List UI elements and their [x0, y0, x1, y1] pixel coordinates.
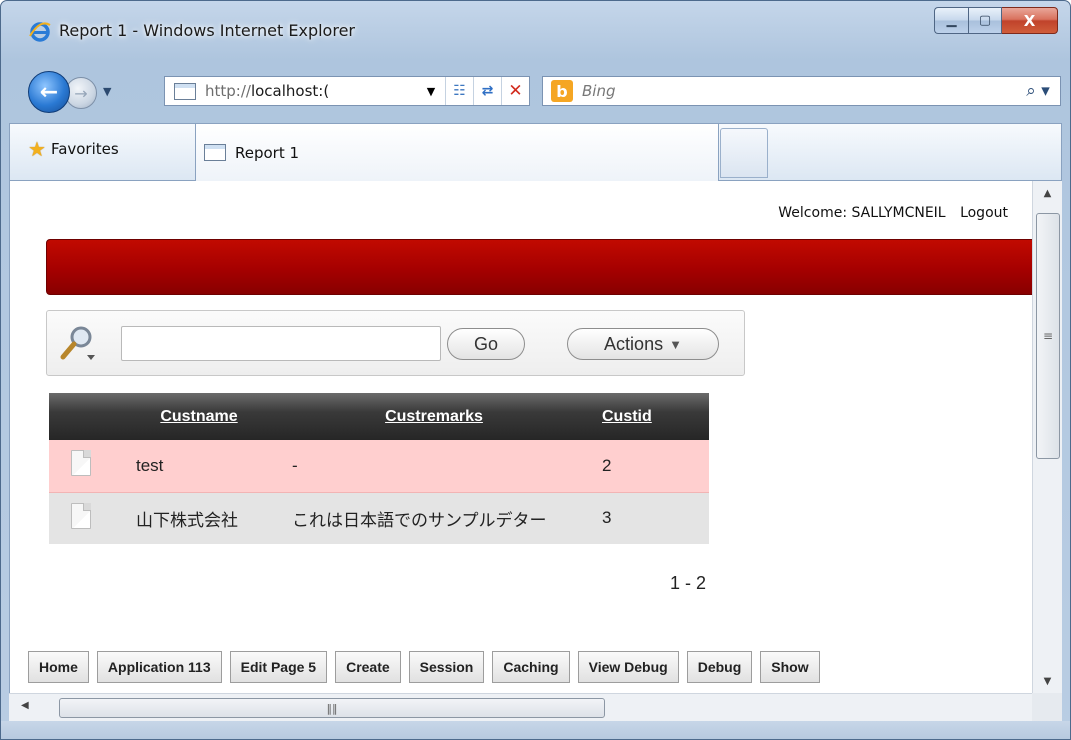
grip-icon: ‖‖: [326, 701, 338, 715]
back-arrow-icon: ←: [39, 79, 59, 105]
report-search-bar: Go Actions ▼: [46, 310, 745, 376]
edit-row-icon[interactable]: [71, 450, 91, 477]
dev-caching-button[interactable]: Caching: [492, 651, 570, 683]
search-placeholder[interactable]: Bing: [582, 82, 1016, 100]
row-edit-cell[interactable]: [49, 492, 124, 544]
cell-custname: 山下株式会社: [124, 492, 274, 544]
favorites-button[interactable]: ★ Favorites: [28, 137, 119, 161]
actions-label: Actions: [604, 333, 664, 354]
minimize-button[interactable]: ▁: [934, 7, 968, 34]
browser-window: Report 1 - Windows Internet Explorer ▁ ▢…: [0, 0, 1071, 740]
favorites-star-icon: ★: [28, 137, 46, 161]
column-header-blank: [49, 393, 124, 440]
column-header-custid[interactable]: Custid: [594, 393, 709, 440]
back-button[interactable]: ←: [28, 71, 70, 113]
address-bar[interactable]: http://localhost:( ▼ ☷ ⇄ ✕: [164, 76, 530, 106]
table-header-row: Custname Custremarks Custid: [49, 393, 709, 440]
grip-icon: ≡: [1042, 329, 1054, 343]
maximize-button[interactable]: ▢: [968, 7, 1002, 34]
welcome-text: Welcome: SALLYMCNEIL: [778, 205, 946, 221]
table-row: 山下株式会社 これは日本語でのサンプルデター 3: [49, 492, 709, 544]
scroll-down-icon[interactable]: ▼: [1033, 669, 1062, 693]
internet-explorer-icon: [29, 22, 51, 42]
row-edit-cell[interactable]: [49, 440, 124, 493]
dev-view-debug-button[interactable]: View Debug: [577, 651, 679, 683]
column-header-custname[interactable]: Custname: [124, 393, 274, 440]
scrollbar-corner: [1032, 693, 1062, 721]
window-controls: ▁ ▢ X: [934, 7, 1058, 34]
dev-application-button[interactable]: Application 113: [96, 651, 222, 683]
report-search-input[interactable]: [121, 326, 441, 361]
dev-debug-button[interactable]: Debug: [686, 651, 753, 683]
favorites-label: Favorites: [50, 140, 119, 158]
address-dropdown-icon[interactable]: ▼: [417, 77, 445, 105]
cell-custid: 3: [594, 492, 709, 544]
status-bar: [1, 721, 1070, 739]
go-button[interactable]: Go: [447, 328, 525, 360]
actions-menu-button[interactable]: Actions ▼: [567, 328, 719, 360]
pagination-text: 1 - 2: [670, 573, 707, 593]
welcome-area: Welcome: SALLYMCNEIL Logout: [778, 205, 1008, 221]
horizontal-scroll-thumb[interactable]: ‖‖: [59, 698, 605, 718]
dev-session-button[interactable]: Session: [408, 651, 485, 683]
tab-label: Report 1: [235, 143, 300, 162]
compatibility-view-icon[interactable]: ☷: [445, 77, 473, 105]
url-host: localhost:(: [250, 82, 330, 100]
window-title: Report 1 - Windows Internet Explorer: [59, 21, 355, 40]
stop-icon[interactable]: ✕: [501, 77, 529, 105]
refresh-icon[interactable]: ⇄: [473, 77, 501, 105]
edit-row-icon[interactable]: [71, 502, 91, 529]
cell-custname: test: [124, 440, 274, 493]
dev-show-button[interactable]: Show: [760, 651, 820, 683]
chevron-down-icon: ▼: [669, 336, 682, 352]
search-go-icon[interactable]: ⌕ ▾: [1016, 81, 1060, 101]
table-row: test - 2: [49, 440, 709, 493]
tab-report-1[interactable]: Report 1: [195, 124, 719, 181]
column-header-custremarks[interactable]: Custremarks: [274, 393, 594, 440]
dev-edit-page-button[interactable]: Edit Page 5: [229, 651, 328, 683]
tab-page-icon: [204, 144, 226, 161]
vertical-scrollbar[interactable]: ▲ ≡ ▼: [1032, 181, 1062, 693]
search-box[interactable]: b Bing ⌕ ▾: [542, 76, 1061, 106]
dev-create-button[interactable]: Create: [335, 651, 401, 683]
recent-pages-dropdown-icon[interactable]: ▼: [103, 85, 111, 98]
scroll-left-icon[interactable]: ◀: [21, 700, 29, 711]
logout-link[interactable]: Logout: [960, 205, 1008, 221]
title-bar: Report 1 - Windows Internet Explorer ▁ ▢…: [1, 1, 1070, 61]
close-button[interactable]: X: [1002, 7, 1058, 34]
address-url[interactable]: http://localhost:(: [205, 82, 329, 100]
header-banner: [46, 239, 1032, 295]
cell-custid: 2: [594, 440, 709, 493]
cell-custremarks: これは日本語でのサンプルデター: [274, 492, 594, 544]
search-column-icon[interactable]: [57, 321, 97, 365]
scroll-up-icon[interactable]: ▲: [1033, 181, 1062, 205]
tab-row: ★ Favorites Report 1: [9, 123, 1062, 181]
report-region: Custname Custremarks Custid test - 2 山下株: [49, 393, 709, 544]
developer-toolbar: Home Application 113 Edit Page 5 Create …: [28, 651, 1032, 685]
forward-arrow-icon: →: [74, 83, 88, 103]
url-prefix: http://: [205, 82, 251, 100]
new-tab-button[interactable]: [720, 128, 768, 178]
bing-icon: b: [551, 80, 573, 102]
cell-custremarks: -: [274, 440, 594, 493]
dev-home-button[interactable]: Home: [28, 651, 89, 683]
report-table: Custname Custremarks Custid test - 2 山下株: [49, 393, 709, 544]
page-icon: [174, 82, 196, 100]
page-content: Welcome: SALLYMCNEIL Logout Go Actions ▼: [9, 181, 1032, 693]
vertical-scroll-thumb[interactable]: ≡: [1036, 213, 1060, 459]
horizontal-scrollbar[interactable]: ◀ ‖‖ ▶: [9, 693, 1062, 721]
